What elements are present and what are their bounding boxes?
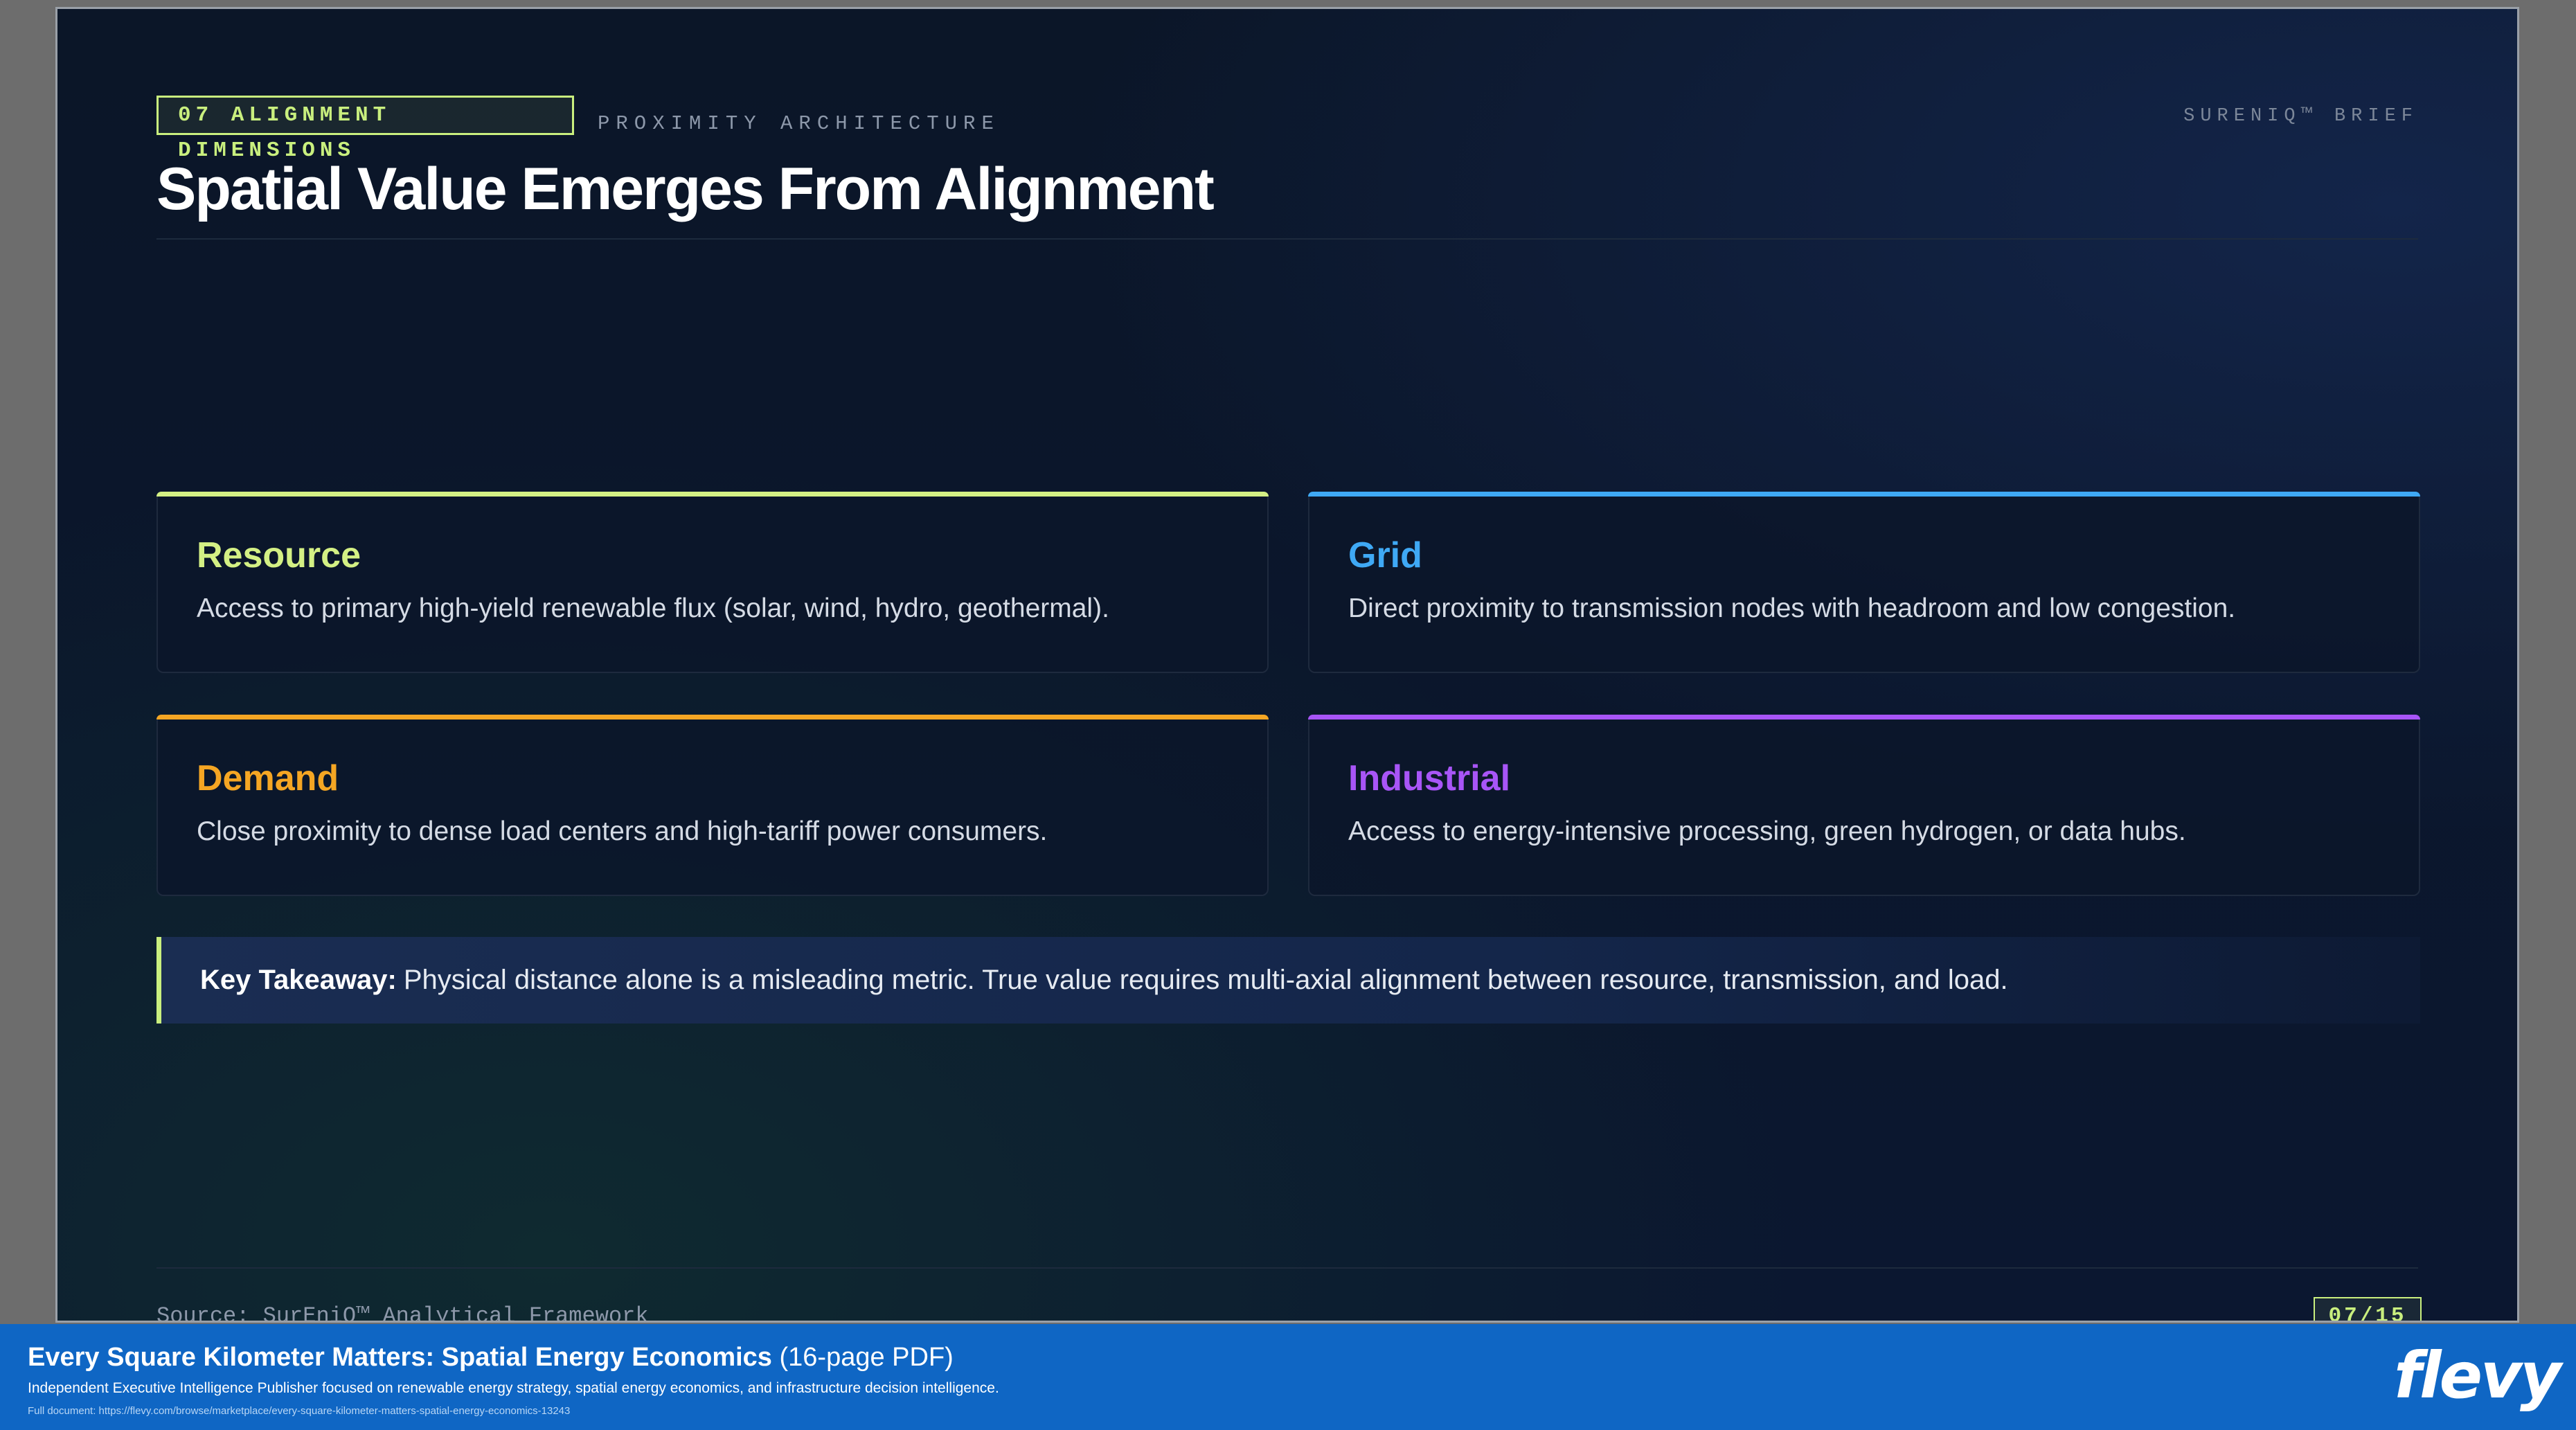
card-title: Resource xyxy=(197,535,361,575)
card-title: Grid xyxy=(1348,535,1422,575)
key-takeaway: Key Takeaway: Physical distance alone is … xyxy=(156,937,2420,1024)
card-accent-bar xyxy=(1308,715,2420,720)
banner-subtitle: Independent Executive Intelligence Publi… xyxy=(28,1380,999,1396)
takeaway-text: Physical distance alone is a misleading … xyxy=(403,965,2008,995)
section-kicker: PROXIMITY ARCHITECTURE xyxy=(598,112,1000,135)
card-resource: Resource Access to primary high-yield re… xyxy=(156,492,1269,673)
card-description: Direct proximity to transmission nodes w… xyxy=(1348,593,2236,623)
card-accent-bar xyxy=(156,492,1269,497)
source-note: Source: SurEniQ™ Analytical Framework xyxy=(156,1303,649,1323)
banner-title[interactable]: Every Square Kilometer Matters: Spatial … xyxy=(28,1343,772,1372)
takeaway-label: Key Takeaway: xyxy=(200,965,397,995)
page-number: 07/15 xyxy=(2314,1297,2422,1321)
card-title: Industrial xyxy=(1348,758,1511,798)
header-divider xyxy=(156,238,2418,240)
page-title: Spatial Value Emerges From Alignment xyxy=(156,156,1215,222)
card-description: Close proximity to dense load centers an… xyxy=(197,816,1048,846)
card-industrial: Industrial Access to energy-intensive pr… xyxy=(1308,715,2420,896)
card-demand: Demand Close proximity to dense load cen… xyxy=(156,715,1269,896)
footer-divider xyxy=(156,1267,2418,1269)
card-description: Access to primary high-yield renewable f… xyxy=(197,593,1109,623)
flevy-logo[interactable]: flevy xyxy=(2394,1338,2561,1414)
banner-title-line[interactable]: Every Square Kilometer Matters: Spatial … xyxy=(28,1341,954,1373)
card-accent-bar xyxy=(156,715,1269,720)
card-grid: Grid Direct proximity to transmission no… xyxy=(1308,492,2420,673)
brand-label: SURENIQ™ BRIEF xyxy=(2183,106,2418,127)
card-description: Access to energy-intensive processing, g… xyxy=(1348,816,2186,846)
slide: 07 ALIGNMENT DIMENSIONS PROXIMITY ARCHIT… xyxy=(55,7,2519,1323)
document-banner[interactable]: Every Square Kilometer Matters: Spatial … xyxy=(0,1324,2576,1430)
banner-url-link[interactable]: Full document: https://flevy.com/browse/… xyxy=(28,1404,570,1418)
card-accent-bar xyxy=(1308,492,2420,497)
section-badge: 07 ALIGNMENT DIMENSIONS xyxy=(156,96,574,163)
banner-title-suffix: (16-page PDF) xyxy=(779,1343,954,1372)
card-title: Demand xyxy=(197,758,339,798)
